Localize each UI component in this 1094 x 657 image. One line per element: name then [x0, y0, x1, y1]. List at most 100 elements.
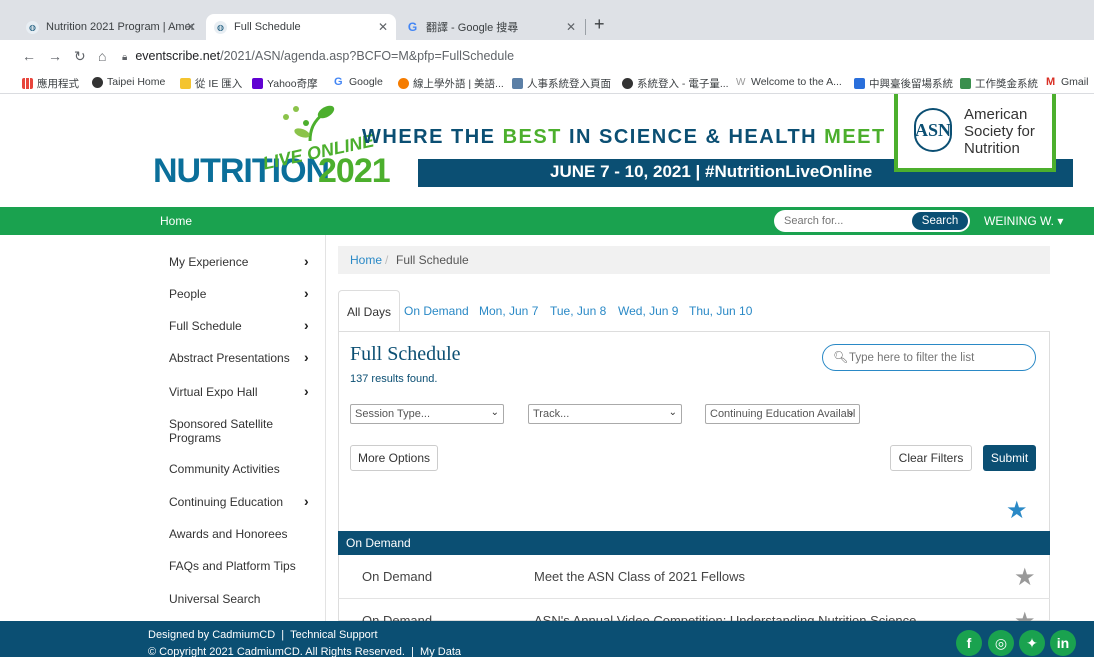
- results-count: 137 results found.: [350, 373, 438, 385]
- chevron-right-icon[interactable]: ›: [304, 317, 309, 333]
- tab-tue-jun-8[interactable]: Tue, Jun 8: [550, 290, 606, 332]
- sidebar-item-full-schedule[interactable]: Full Schedule: [169, 319, 304, 333]
- technical-support-link[interactable]: Technical Support: [290, 629, 377, 641]
- chevron-right-icon[interactable]: ›: [304, 285, 309, 301]
- folder-icon: [180, 78, 191, 89]
- event-dates: JUNE 7 - 10, 2021 | #NutritionLiveOnline: [550, 162, 873, 181]
- chevron-right-icon[interactable]: ›: [304, 253, 309, 269]
- bookmark-apps[interactable]: 應用程式: [22, 76, 79, 91]
- twitter-icon[interactable]: ✦: [1019, 630, 1045, 656]
- bookmark-bonus-system[interactable]: 工作獎金系統: [960, 76, 1038, 91]
- footer-line-1: Designed by CadmiumCD | Technical Suppor…: [148, 629, 378, 641]
- sidebar-item-people[interactable]: People: [169, 287, 304, 301]
- bookmark-taipei-home[interactable]: Taipei Home: [92, 76, 165, 88]
- tab-title: Full Schedule: [234, 21, 301, 33]
- table-row[interactable]: On Demand Meet the ASN Class of 2021 Fel…: [338, 555, 1050, 599]
- nav-home-link[interactable]: Home: [160, 214, 192, 228]
- gmail-icon: M: [1046, 75, 1056, 88]
- sidebar-item-sponsored-satellite-programs[interactable]: Sponsored Satellite Programs: [169, 417, 304, 445]
- site-search: Search: [774, 210, 970, 232]
- browser-tab-full-schedule[interactable]: ◍ Full Schedule ✕: [206, 14, 396, 40]
- close-icon[interactable]: ✕: [378, 20, 388, 34]
- sidebar-item-community-activities[interactable]: Community Activities: [169, 462, 304, 476]
- bookmarks-bar: 應用程式 Taipei Home 從 IE 匯入 Yahoo奇摩 G Google…: [0, 72, 1094, 94]
- linkedin-icon[interactable]: in: [1050, 630, 1076, 656]
- submit-button[interactable]: Submit: [983, 445, 1036, 471]
- bookmark-system-2[interactable]: 中興臺後留場系統: [854, 76, 953, 91]
- back-arrow-icon[interactable]: ←: [22, 48, 36, 64]
- home-icon[interactable]: ⌂: [98, 48, 106, 64]
- sidebar-item-my-experience[interactable]: My Experience: [169, 255, 304, 269]
- user-menu[interactable]: WEINING W. ▾: [984, 214, 1063, 228]
- filter-list-input[interactable]: [849, 350, 1029, 366]
- sidebar-item-virtual-expo-hall[interactable]: Virtual Expo Hall: [169, 385, 304, 399]
- tab-mon-jun-7[interactable]: Mon, Jun 7: [479, 290, 538, 332]
- globe-icon: [622, 78, 633, 89]
- copyright: © Copyright 2021 CadmiumCD. All Rights R…: [148, 646, 405, 657]
- lock-icon: 🔒︎: [122, 52, 128, 63]
- favorites-star-icon[interactable]: ★: [1006, 496, 1028, 525]
- bookmark-welcome[interactable]: W Welcome to the A...: [736, 76, 842, 88]
- google-icon: G: [334, 75, 343, 88]
- reload-icon[interactable]: ↻: [74, 48, 86, 65]
- bookmark-yahoo[interactable]: Yahoo奇摩: [252, 76, 318, 91]
- tab-title: Nutrition 2021 Program | Amer: [46, 21, 195, 33]
- new-tab-plus-icon[interactable]: +: [594, 14, 605, 35]
- site-search-input[interactable]: [784, 213, 904, 229]
- yahoo-icon: [252, 78, 263, 89]
- w-icon: W: [736, 76, 746, 88]
- breadcrumb-current: Full Schedule: [396, 253, 469, 267]
- asn-seal-icon: ASN: [914, 108, 952, 152]
- logo-year: 2021: [318, 152, 391, 190]
- url-field[interactable]: 🔒︎ eventscribe.net/2021/ASN/agenda.asp?BC…: [122, 49, 514, 63]
- forward-arrow-icon[interactable]: →: [48, 48, 62, 64]
- page-title: Full Schedule: [350, 343, 461, 365]
- tab-title: 翻譯 - Google 搜尋: [426, 22, 519, 34]
- clear-filters-button[interactable]: Clear Filters: [890, 445, 972, 471]
- track-select[interactable]: Track... ⌄: [528, 404, 682, 424]
- browser-tab-google-search[interactable]: G 翻譯 - Google 搜尋 ✕: [398, 14, 584, 40]
- google-icon: G: [407, 20, 418, 34]
- chevron-down-icon: ⌄: [668, 407, 677, 418]
- bookmark-google[interactable]: G Google: [334, 76, 383, 88]
- asn-logo-box[interactable]: ASN American Society for Nutrition: [894, 94, 1056, 172]
- continuing-education-select[interactable]: Continuing Education Availabl ⌄: [705, 404, 860, 424]
- sidebar-item-universal-search[interactable]: Universal Search: [169, 592, 304, 606]
- search-icon: 🔍︎: [833, 350, 849, 364]
- bookmark-language[interactable]: 線上學外語 | 美語...: [398, 76, 504, 91]
- sidebar-item-continuing-education[interactable]: Continuing Education: [169, 495, 304, 509]
- bookmark-gmail[interactable]: M Gmail: [1046, 76, 1088, 88]
- browser-tab-nutrition-program[interactable]: ◍ Nutrition 2021 Program | Amer ✕: [18, 14, 204, 40]
- session-type-select[interactable]: Session Type... ⌄: [350, 404, 504, 424]
- tab-on-demand[interactable]: On Demand: [404, 290, 469, 332]
- close-icon[interactable]: ✕: [186, 20, 196, 34]
- tab-all-days[interactable]: All Days: [338, 290, 401, 332]
- more-options-button[interactable]: More Options: [350, 445, 438, 471]
- chevron-right-icon[interactable]: ›: [304, 349, 309, 365]
- facebook-icon[interactable]: f: [956, 630, 982, 656]
- star-icon[interactable]: ★: [1014, 563, 1036, 592]
- leaf-logo-icon: [283, 105, 335, 142]
- bookmark-ie-import[interactable]: 從 IE 匯入: [180, 76, 242, 91]
- bookmark-hr-login[interactable]: 人事系統登入頁面: [512, 76, 611, 91]
- bookmark-system-login[interactable]: 系統登入 - 電子量...: [622, 76, 729, 91]
- close-icon[interactable]: ✕: [566, 20, 576, 34]
- language-icon: [398, 78, 409, 89]
- browser-tab-bar: ◍ Nutrition 2021 Program | Amer ✕ ◍ Full…: [0, 0, 1094, 40]
- sidebar-item-faqs-and-platform-tips[interactable]: FAQs and Platform Tips: [169, 559, 304, 573]
- chevron-right-icon[interactable]: ›: [304, 493, 309, 509]
- chevron-right-icon[interactable]: ›: [304, 383, 309, 399]
- sidebar-item-awards-and-honorees[interactable]: Awards and Honorees: [169, 527, 304, 541]
- site-search-button[interactable]: Search: [912, 212, 968, 230]
- breadcrumb-home[interactable]: Home: [350, 253, 382, 267]
- my-data-link[interactable]: My Data: [420, 646, 461, 657]
- asn-name: American Society for Nutrition: [964, 106, 1035, 157]
- tab-wed-jun-9[interactable]: Wed, Jun 9: [618, 290, 678, 332]
- tab-thu-jun-10[interactable]: Thu, Jun 10: [689, 290, 752, 332]
- row-title[interactable]: Meet the ASN Class of 2021 Fellows: [534, 569, 745, 584]
- chevron-down-icon: ⌄: [846, 407, 855, 418]
- page-icon: [512, 78, 523, 89]
- bookmark-icon: [960, 78, 971, 89]
- sidebar-item-abstract-presentations[interactable]: Abstract Presentations: [169, 351, 304, 365]
- instagram-icon[interactable]: ◎: [988, 630, 1014, 656]
